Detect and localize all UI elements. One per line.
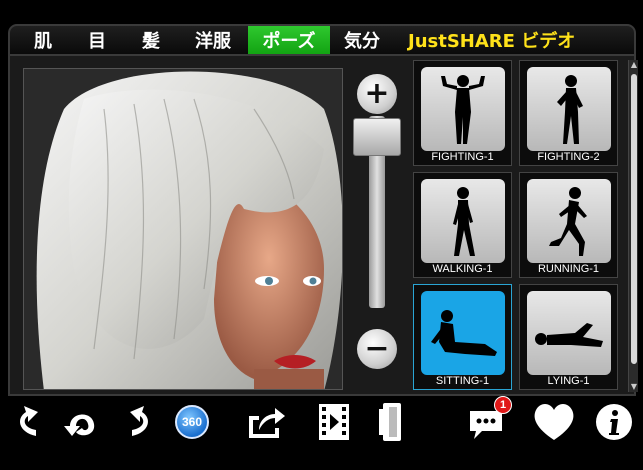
tab-hair[interactable]: 髪 [124,26,178,54]
pose-walking-1[interactable]: WALKING-1 [413,172,512,278]
tab-clothes[interactable]: 洋服 [178,26,248,54]
share-icon [249,408,285,438]
walking-pose-icon [421,179,505,263]
scroll-down-icon[interactable]: ▼ [629,382,639,392]
character-render [24,69,342,389]
pose-label: RUNNING-1 [537,263,600,275]
video-icon [319,404,349,440]
share-button[interactable] [242,398,290,446]
heart-icon [534,404,574,440]
notification-badge: 1 [494,396,512,414]
scroll-up-icon[interactable]: ▲ [629,60,639,70]
pose-label: FIGHTING-1 [431,151,494,163]
tab-bar: 肌 目 髪 洋服 ポーズ 気分 JustSHARE ビデオ [8,24,636,56]
lying-pose-icon [527,291,611,375]
favorite-button[interactable] [530,398,578,446]
minus-icon: − [364,331,390,366]
rotate-right-button[interactable] [116,398,164,446]
fighting-pose-icon [527,67,611,151]
pose-sitting-1[interactable]: SITTING-1 [413,284,512,390]
pose-grid: FIGHTING-1 FIGHTING-2 WALKING-1 RUNNING-… [413,60,627,392]
tab-pose[interactable]: ポーズ [248,26,330,54]
pose-lying-1[interactable]: LYING-1 [519,284,618,390]
sitting-pose-icon [421,291,505,375]
pose-label: LYING-1 [547,375,590,387]
character-viewport[interactable] [23,68,343,390]
chat-button[interactable]: 1 [462,396,512,446]
rotate-360-button[interactable]: 360 [168,398,216,446]
film-icon [379,403,401,441]
info-button[interactable] [590,398,638,446]
reset-button[interactable] [58,398,106,446]
zoom-in-button[interactable]: + [357,74,397,114]
tab-eyes[interactable]: 目 [70,26,124,54]
pose-running-1[interactable]: RUNNING-1 [519,172,618,278]
tab-justshare-video[interactable]: JustSHARE ビデオ [394,26,587,54]
plus-icon: + [364,76,390,111]
pose-scrollbar[interactable]: ▲ ▼ [628,60,638,392]
info-icon [596,404,632,440]
zoom-slider-thumb[interactable] [353,118,401,156]
reset-icon [64,414,95,436]
rotate-right-icon [130,406,148,436]
scrollbar-thumb[interactable] [631,74,637,364]
bottom-toolbar: 360 1 [0,396,643,450]
pose-label: SITTING-1 [435,375,490,387]
video-button[interactable] [310,398,358,446]
pose-label: FIGHTING-2 [537,151,600,163]
tab-skin[interactable]: 肌 [16,26,70,54]
rotate-360-icon: 360 [175,405,209,439]
zoom-out-button[interactable]: − [357,329,397,369]
pose-label: WALKING-1 [432,263,493,275]
tab-mood[interactable]: 気分 [330,26,394,54]
fighting-pose-icon [421,67,505,151]
rotate-left-icon [20,406,38,436]
film-button[interactable] [368,398,416,446]
pose-fighting-2[interactable]: FIGHTING-2 [519,60,618,166]
running-pose-icon [527,179,611,263]
pose-fighting-1[interactable]: FIGHTING-1 [413,60,512,166]
rotate-left-button[interactable] [4,398,52,446]
